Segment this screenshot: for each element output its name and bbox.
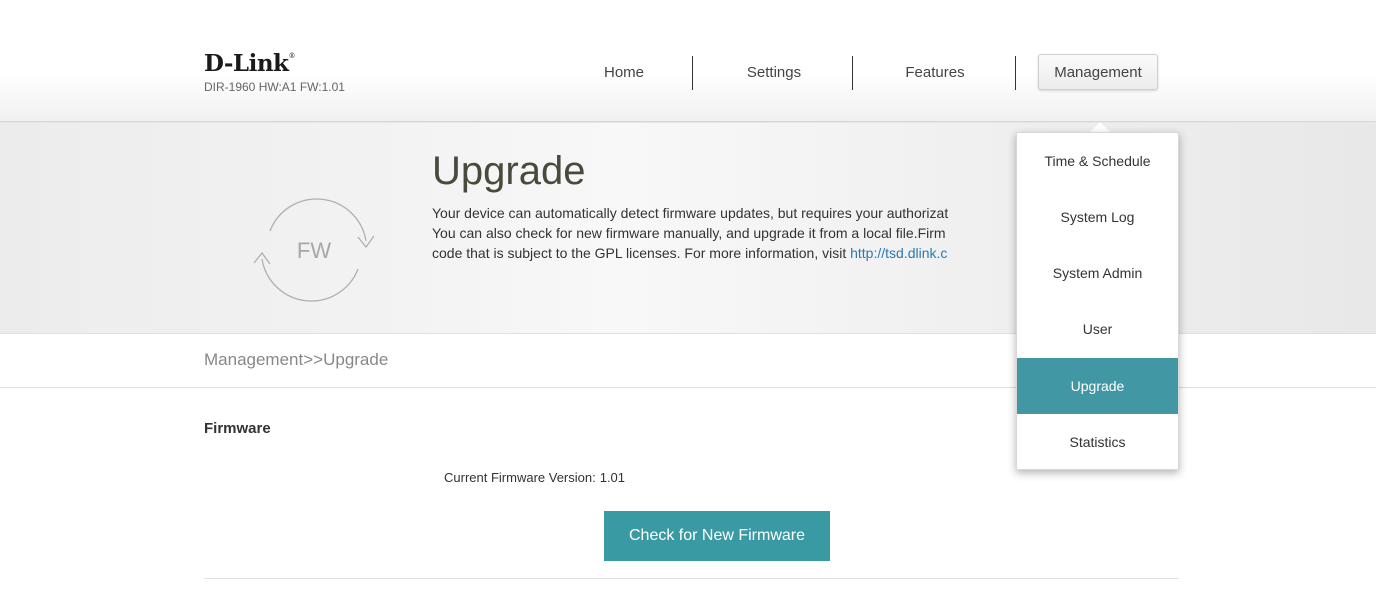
logo-text: D-Link [204, 50, 289, 77]
dropdown-caret [1090, 122, 1110, 132]
menu-item-user[interactable]: User [1017, 301, 1178, 357]
version-label: Current Firmware Version: [444, 470, 596, 485]
menu-item-statistics[interactable]: Statistics [1017, 414, 1178, 470]
menu-item-system-admin[interactable]: System Admin [1017, 245, 1178, 301]
nav-home[interactable]: Home [574, 55, 674, 91]
version-value: 1.01 [599, 470, 626, 485]
firmware-section-title: Firmware [204, 420, 271, 437]
description-text: code that is subject to the GPL licenses… [432, 245, 851, 261]
section-divider [204, 578, 1179, 579]
check-new-firmware-button[interactable]: Check for New Firmware [604, 511, 830, 561]
breadcrumb: Management>>Upgrade [204, 350, 389, 369]
top-header: D-Link® DIR-1960 HW:A1 FW:1.01 Home Sett… [0, 0, 1376, 122]
current-firmware-version: Current Firmware Version: 1.01 [444, 470, 625, 485]
firmware-refresh-icon: FW [253, 198, 375, 302]
description-line: Your device can automatically detect fir… [432, 205, 949, 221]
description-line: code that is subject to the GPL licenses… [432, 243, 1022, 263]
nav-features[interactable]: Features [882, 55, 988, 91]
nav-separator [1015, 56, 1016, 90]
menu-item-time-schedule[interactable]: Time & Schedule [1017, 133, 1178, 189]
fw-icon-label: FW [297, 238, 331, 263]
device-model: DIR-1960 HW:A1 FW:1.01 [204, 80, 345, 94]
page-title: Upgrade [432, 149, 586, 193]
management-dropdown-menu: Time & Schedule System Log System Admin … [1016, 132, 1179, 470]
nav-separator [852, 56, 853, 90]
logo-registered-mark: ® [288, 52, 296, 60]
menu-item-upgrade[interactable]: Upgrade [1017, 358, 1178, 414]
nav-management[interactable]: Management [1038, 54, 1158, 90]
gpl-info-link[interactable]: http://tsd.dlink.c [850, 245, 947, 261]
dlink-logo[interactable]: D-Link® [204, 50, 295, 77]
menu-item-system-log[interactable]: System Log [1017, 189, 1178, 245]
nav-separator [692, 56, 693, 90]
page-description: Your device can automatically detect fir… [432, 203, 1022, 263]
nav-settings[interactable]: Settings [722, 55, 826, 91]
description-line: You can also check for new firmware manu… [432, 225, 946, 241]
